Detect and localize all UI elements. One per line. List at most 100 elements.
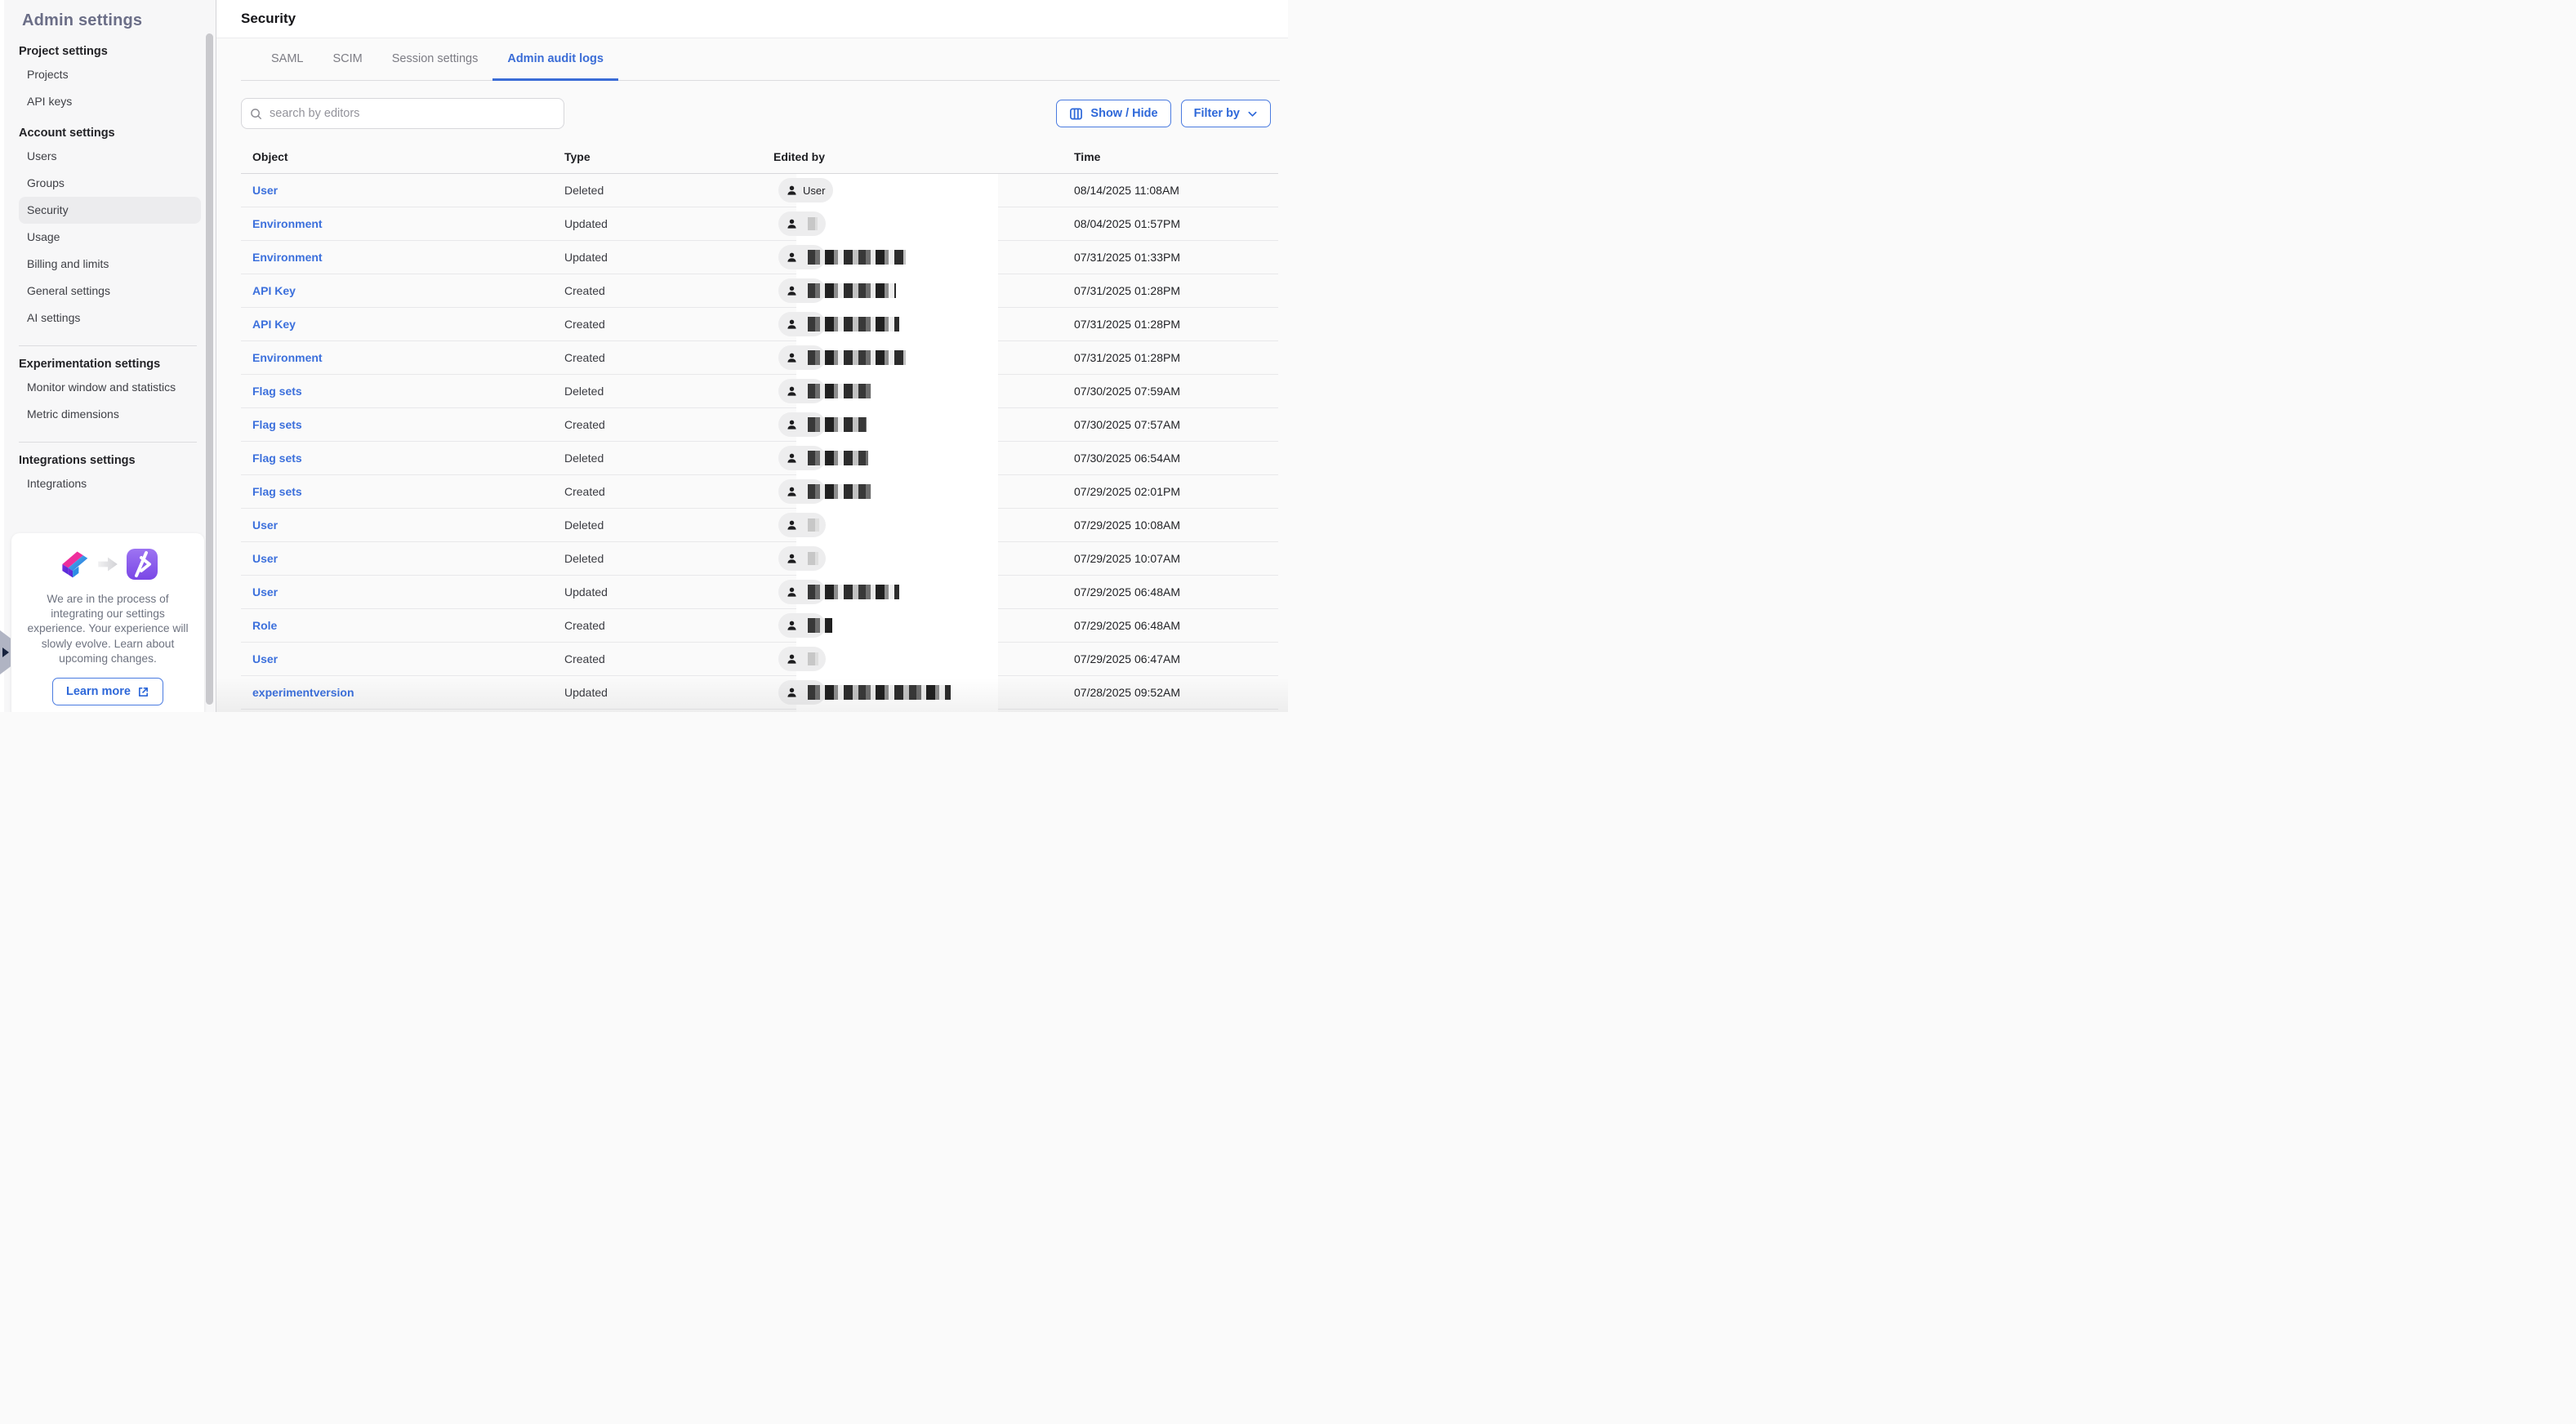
redacted-editor-name	[808, 217, 818, 230]
edited-by-cell	[762, 513, 1063, 537]
sidebar-section-account-settings: Account settings	[19, 127, 216, 140]
admin-settings-app: Admin settings Project settingsProjectsA…	[0, 0, 1288, 712]
object-link[interactable]: User	[252, 652, 278, 665]
person-icon	[786, 218, 798, 230]
person-icon	[786, 452, 798, 465]
sidebar-item-usage[interactable]: Usage	[19, 224, 197, 251]
sidebar-item-groups[interactable]: Groups	[19, 170, 197, 197]
main-content: Security SAMLSCIMSession settingsAdmin a…	[216, 0, 1288, 712]
person-icon	[786, 486, 798, 498]
time-cell: 07/28/2025 09:52AM	[1063, 686, 1278, 699]
column-header-type: Type	[553, 150, 762, 163]
editor-badge	[778, 446, 826, 470]
person-icon	[786, 352, 798, 364]
person-icon	[786, 385, 798, 398]
editor-badge	[778, 613, 826, 638]
sidebar-item-projects[interactable]: Projects	[19, 61, 197, 88]
show-hide-columns-button[interactable]: Show / Hide	[1056, 100, 1170, 127]
audit-log-table: Object Type Edited by Time User Deleted …	[241, 140, 1278, 712]
table-row: Role Created 07/29/2025 06:48AM	[241, 609, 1278, 643]
left-edge-strip	[0, 0, 4, 712]
editor-badge	[778, 211, 826, 236]
object-link[interactable]: Flag sets	[252, 385, 302, 398]
type-cell: Deleted	[553, 552, 762, 565]
object-link[interactable]: User	[252, 184, 278, 197]
object-link[interactable]: Flag sets	[252, 418, 302, 431]
search-editors-input[interactable]	[268, 106, 555, 121]
sidebar-item-users[interactable]: Users	[19, 143, 197, 170]
object-link[interactable]: User	[252, 552, 278, 565]
sidebar-item-integrations[interactable]: Integrations	[19, 470, 197, 497]
table-row: User Deleted 07/29/2025 10:07AM	[241, 542, 1278, 576]
split-logo-icon	[57, 548, 90, 581]
type-cell: Updated	[553, 585, 762, 599]
type-cell: Updated	[553, 251, 762, 264]
sidebar-item-api-keys[interactable]: API keys	[19, 88, 197, 115]
object-link[interactable]: Environment	[252, 217, 323, 230]
person-icon	[786, 185, 798, 197]
learn-more-button[interactable]: Learn more	[52, 678, 163, 705]
editor-name: User	[803, 185, 825, 197]
object-cell: User	[241, 585, 553, 599]
object-link[interactable]: experimentversion	[252, 686, 354, 699]
object-link[interactable]: Environment	[252, 251, 323, 264]
object-cell: User	[241, 518, 553, 532]
object-link[interactable]: API Key	[252, 284, 296, 297]
sidebar-item-monitor-window-and-statistics[interactable]: Monitor window and statistics	[19, 374, 197, 401]
edited-by-cell	[762, 412, 1063, 437]
person-icon	[786, 285, 798, 297]
tab-saml[interactable]: SAML	[256, 38, 319, 81]
person-icon	[786, 620, 798, 632]
object-link[interactable]: Flag sets	[252, 485, 302, 498]
audit-log-toolbar: Show / Hide Filter by	[241, 98, 1271, 129]
table-row: Flag sets Created 07/30/2025 07:57AM	[241, 408, 1278, 442]
sidebar-item-billing-and-limits[interactable]: Billing and limits	[19, 251, 197, 278]
edited-by-cell	[762, 647, 1063, 671]
tab-admin-audit-logs[interactable]: Admin audit logs	[492, 38, 618, 81]
sidebar-item-ai-settings[interactable]: AI settings	[19, 305, 197, 332]
edited-by-cell: User	[762, 178, 1063, 202]
object-link[interactable]: API Key	[252, 318, 296, 331]
edited-by-cell	[762, 613, 1063, 638]
edited-by-cell	[762, 345, 1063, 370]
redacted-editor-name	[808, 283, 896, 298]
tab-session-settings[interactable]: Session settings	[377, 38, 493, 81]
sidebar-item-security[interactable]: Security	[19, 197, 201, 224]
person-icon	[786, 653, 798, 665]
person-icon	[786, 687, 798, 699]
time-cell: 07/30/2025 07:57AM	[1063, 418, 1278, 431]
edited-by-cell	[762, 446, 1063, 470]
type-cell: Updated	[553, 217, 762, 230]
sidebar-item-general-settings[interactable]: General settings	[19, 278, 197, 305]
type-cell: Deleted	[553, 452, 762, 465]
object-link[interactable]: Flag sets	[252, 452, 302, 465]
type-cell: Deleted	[553, 184, 762, 197]
object-cell: API Key	[241, 284, 553, 297]
type-cell: Deleted	[553, 518, 762, 532]
promo-text: We are in the process of integrating our…	[23, 592, 193, 666]
object-link[interactable]: User	[252, 518, 278, 532]
table-row: experimentversion Updated 07/28/2025 09:…	[241, 710, 1278, 712]
tab-scim[interactable]: SCIM	[319, 38, 377, 81]
redacted-editor-name	[808, 685, 951, 700]
columns-icon	[1069, 107, 1083, 121]
table-row: Flag sets Deleted 07/30/2025 06:54AM	[241, 442, 1278, 475]
redacted-editor-name	[808, 384, 871, 398]
table-row: User Created 07/29/2025 06:47AM	[241, 643, 1278, 676]
object-cell: Environment	[241, 217, 553, 230]
object-link[interactable]: User	[252, 585, 278, 599]
object-link[interactable]: Role	[252, 619, 277, 632]
type-cell: Created	[553, 418, 762, 431]
time-cell: 07/31/2025 01:28PM	[1063, 318, 1278, 331]
object-link[interactable]: Environment	[252, 351, 323, 364]
sidebar-item-metric-dimensions[interactable]: Metric dimensions	[19, 401, 197, 428]
table-row: Environment Created 07/31/2025 01:28PM	[241, 341, 1278, 375]
page-title-bar: Security	[216, 0, 1288, 38]
filter-by-button[interactable]: Filter by	[1181, 100, 1271, 127]
type-cell: Deleted	[553, 385, 762, 398]
type-cell: Created	[553, 652, 762, 665]
object-cell: Role	[241, 619, 553, 632]
time-cell: 07/31/2025 01:33PM	[1063, 251, 1278, 264]
time-cell: 08/14/2025 11:08AM	[1063, 184, 1278, 197]
sidebar-scrollbar-thumb[interactable]	[206, 33, 213, 705]
